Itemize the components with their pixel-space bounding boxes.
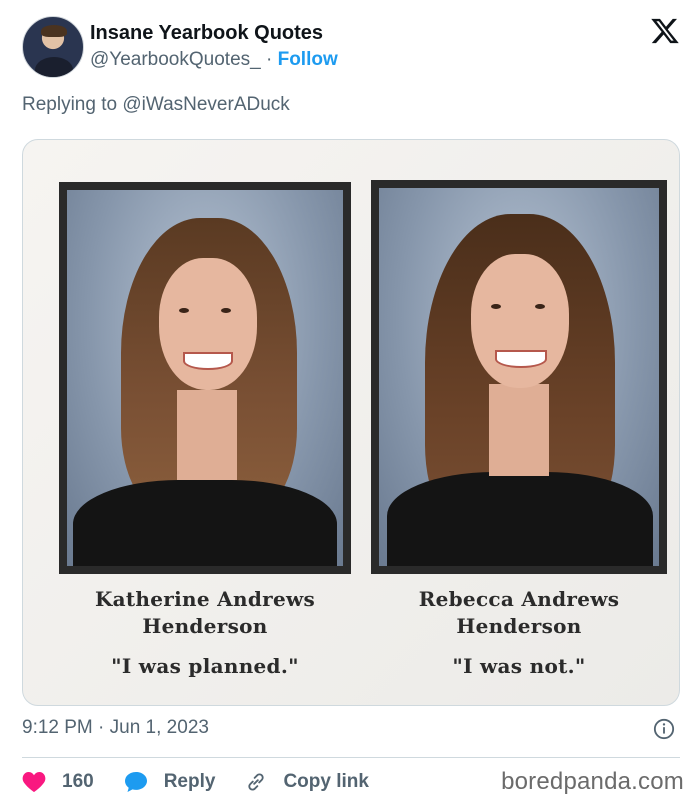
name-line2-left: Henderson — [142, 614, 268, 638]
reply-bubble-icon — [124, 772, 147, 792]
info-icon[interactable] — [653, 718, 675, 740]
divider — [22, 757, 680, 758]
quote-right: "I was not." — [452, 654, 586, 678]
tweet-timestamp[interactable]: 9:12 PM · Jun 1, 2023 — [22, 717, 209, 739]
like-button[interactable]: 160 — [22, 771, 94, 793]
like-count: 160 — [62, 771, 94, 792]
tweet-header: Insane Yearbook Quotes @YearbookQuotes_ … — [22, 16, 682, 78]
name-line1-right: Rebecca Andrews — [418, 587, 620, 611]
link-icon — [248, 773, 265, 791]
handle[interactable]: @YearbookQuotes_ — [90, 49, 261, 70]
caption-right: Rebecca Andrews Henderson "I was not." — [371, 586, 667, 678]
copy-link-button[interactable]: Copy link — [245, 771, 369, 793]
name-line1-left: Katherine Andrews — [94, 587, 316, 611]
yearbook-photo-left — [59, 182, 351, 574]
replying-to: Replying to @iWasNeverADuck — [22, 94, 290, 116]
handle-row: @YearbookQuotes_ · Follow — [90, 49, 338, 71]
replying-prefix: Replying to — [22, 94, 118, 115]
follow-button[interactable]: Follow — [278, 49, 338, 70]
name-line2-right: Henderson — [456, 614, 582, 638]
separator: · — [265, 49, 273, 70]
reply-label: Reply — [163, 771, 216, 792]
x-logo-icon[interactable] — [650, 16, 680, 46]
reply-button[interactable]: Reply — [124, 771, 216, 793]
quote-left: "I was planned." — [111, 654, 299, 678]
yearbook-photo-right — [371, 180, 667, 574]
tweet-media-image[interactable]: Katherine Andrews Henderson "I was plann… — [22, 139, 680, 706]
avatar[interactable] — [22, 16, 84, 78]
heart-icon — [22, 772, 46, 792]
replying-mention[interactable]: @iWasNeverADuck — [122, 94, 289, 115]
caption-left: Katherine Andrews Henderson "I was plann… — [59, 586, 351, 678]
display-name[interactable]: Insane Yearbook Quotes — [90, 22, 323, 45]
copy-link-label: Copy link — [283, 771, 369, 792]
action-bar: 160 Reply Copy link — [22, 766, 399, 798]
boredpanda-watermark: boredpanda.com — [501, 768, 684, 795]
